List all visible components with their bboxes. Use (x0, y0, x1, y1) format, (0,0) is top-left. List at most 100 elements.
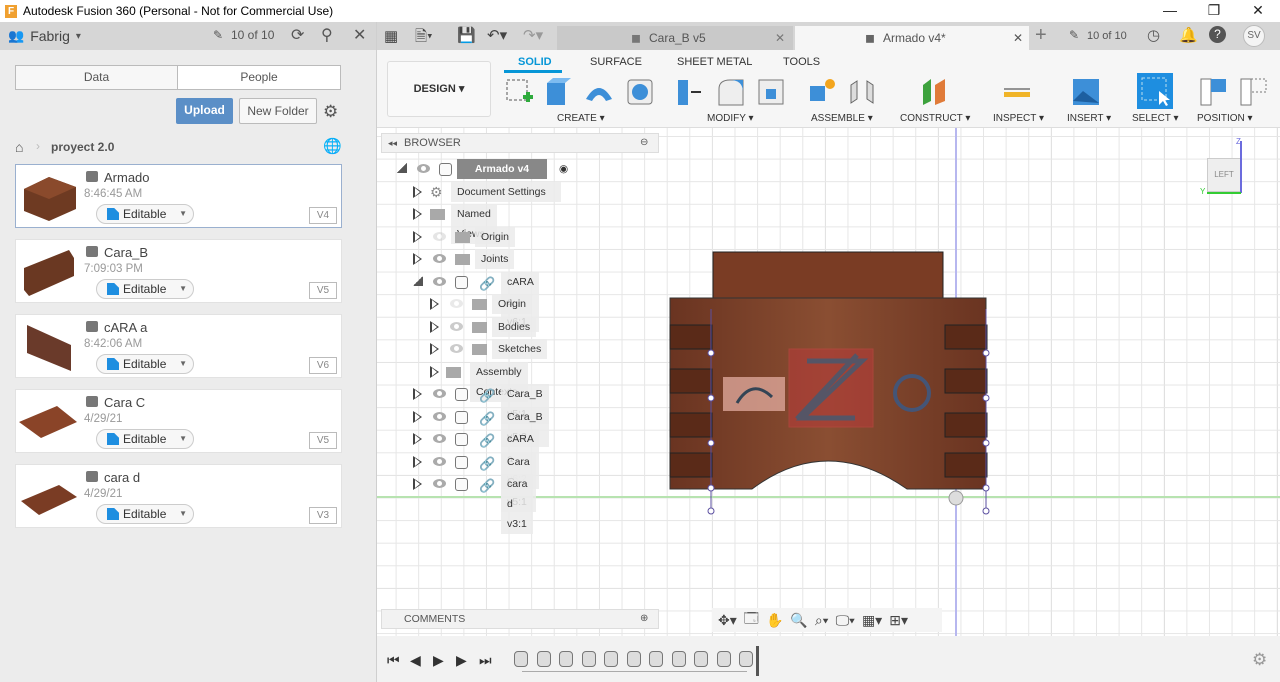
capture-position-icon[interactable] (1239, 77, 1269, 107)
tree-root[interactable]: Armado v4 ◉ (397, 159, 577, 179)
add-comment-icon[interactable]: ⊕ (640, 610, 648, 628)
jobs-count[interactable]: 10 of 10 (1087, 30, 1127, 42)
timeline-component-icon[interactable] (604, 651, 618, 667)
home-icon[interactable]: ⌂ (15, 139, 23, 155)
expand-arrow-icon[interactable] (413, 276, 423, 286)
eye-icon[interactable] (433, 389, 446, 398)
version-badge[interactable]: V3 (309, 507, 337, 524)
globe-icon[interactable]: 🌐 (323, 137, 342, 155)
eye-icon[interactable] (433, 457, 446, 466)
select-icon[interactable] (1137, 73, 1173, 109)
timeline-joint-icon[interactable] (537, 651, 551, 667)
grid-menu-icon[interactable]: ▦ (384, 27, 398, 45)
expand-arrow-icon[interactable] (413, 478, 422, 490)
timeline-marker[interactable] (756, 646, 759, 676)
eye-icon[interactable] (433, 277, 446, 286)
expand-arrow-icon[interactable] (413, 388, 422, 400)
extrude-icon[interactable] (543, 77, 573, 107)
expand-arrow-icon[interactable] (413, 411, 422, 423)
eye-icon[interactable] (433, 254, 446, 263)
comments-panel[interactable]: COMMENTS ⊕ (381, 609, 659, 629)
create-sketch-icon[interactable] (505, 77, 535, 107)
step-back-button[interactable]: ◀ (410, 652, 421, 669)
fit-icon[interactable]: ⌕▾ (815, 612, 829, 629)
revolve-icon[interactable] (584, 77, 614, 107)
timeline-joint-icon[interactable] (514, 651, 528, 667)
save-icon[interactable]: 💾 (457, 26, 476, 44)
joint-icon[interactable] (847, 77, 877, 107)
version-badge[interactable]: V5 (309, 282, 337, 299)
shell-icon[interactable] (756, 77, 786, 107)
browser-panel-header[interactable]: ◂◂ BROWSER ⊖ (381, 133, 659, 153)
zoom-icon[interactable]: 🔍 (790, 612, 807, 629)
tab-data[interactable]: Data (15, 65, 178, 90)
go-to-start-button[interactable]: ⏮ (387, 652, 400, 669)
grid-settings-icon[interactable]: ▦▾ (862, 612, 882, 629)
timeline-component-icon[interactable] (694, 651, 708, 667)
assemble-menu[interactable]: ASSEMBLE ▾ (811, 113, 873, 124)
expand-arrow-icon[interactable] (413, 186, 422, 198)
help-icon[interactable]: ? (1209, 26, 1226, 43)
timeline-joint-icon[interactable] (717, 651, 731, 667)
timeline-component-icon[interactable] (739, 651, 753, 667)
restore-button[interactable]: ❐ (1192, 0, 1236, 22)
editable-dropdown[interactable]: Editable ▼ (96, 429, 194, 449)
display-settings-icon[interactable]: 🖵▾ (836, 612, 855, 629)
expand-arrow-icon[interactable] (413, 433, 422, 445)
timeline-settings-icon[interactable]: ⚙ (1252, 650, 1267, 670)
expand-arrow-icon[interactable] (430, 366, 439, 378)
tab-solid[interactable]: SOLID (518, 56, 552, 68)
create-menu[interactable]: CREATE ▾ (557, 113, 605, 124)
close-tab-icon[interactable]: ✕ (1013, 26, 1023, 50)
expand-arrow-icon[interactable] (413, 456, 422, 468)
avatar[interactable]: SV (1243, 25, 1265, 47)
version-badge[interactable]: V4 (309, 207, 337, 224)
viewports-icon[interactable]: ⊞▾ (889, 612, 908, 629)
play-button[interactable]: ▶ (433, 652, 444, 669)
eye-icon[interactable] (417, 164, 430, 173)
editable-dropdown[interactable]: Editable ▼ (96, 354, 194, 374)
timeline-joint-icon[interactable] (672, 651, 686, 667)
position-menu[interactable]: POSITION ▾ (1197, 113, 1253, 124)
jobs-icon[interactable]: ✎ (1069, 28, 1079, 42)
refresh-icon[interactable]: ⟳ (291, 25, 304, 45)
expand-arrow-icon[interactable] (413, 231, 422, 243)
editable-dropdown[interactable]: Editable ▼ (96, 279, 194, 299)
workspace-switcher[interactable]: DESIGN ▾ (387, 61, 491, 117)
bell-icon[interactable]: 🔔 (1179, 26, 1198, 44)
orbit-icon[interactable]: ✥▾ (718, 612, 737, 629)
expand-arrow-icon[interactable] (397, 163, 407, 173)
minimize-icon[interactable]: ⊖ (640, 134, 648, 152)
editable-dropdown[interactable]: Editable ▼ (96, 504, 194, 524)
chevron-down-icon[interactable]: ▾ (76, 31, 81, 42)
jobs-count[interactable]: 10 of 10 (231, 28, 274, 42)
insert-image-icon[interactable] (1071, 77, 1101, 107)
construct-menu[interactable]: CONSTRUCT ▾ (900, 113, 970, 124)
expand-arrow-icon[interactable] (413, 253, 422, 265)
file-card[interactable]: cara d 4/29/21 Editable ▼ V3 (15, 464, 342, 528)
undo-icon[interactable]: ↶▾ (487, 26, 507, 44)
offset-plane-icon[interactable] (919, 77, 949, 107)
tab-armado[interactable]: ◼ Armado v4* ✕ (795, 26, 1029, 50)
expand-arrow-icon[interactable] (430, 321, 439, 333)
file-card[interactable]: Cara C 4/29/21 Editable ▼ V5 (15, 389, 342, 453)
clock-icon[interactable]: ◷ (1147, 26, 1160, 44)
new-tab-icon[interactable]: + (1035, 24, 1047, 47)
team-selector[interactable]: Fabrig (30, 28, 70, 44)
tab-surface[interactable]: SURFACE (590, 56, 642, 68)
eye-icon[interactable] (450, 322, 463, 331)
timeline-component-icon[interactable] (649, 651, 663, 667)
eye-icon[interactable] (433, 479, 446, 488)
new-folder-button[interactable]: New Folder (239, 98, 317, 124)
timeline-joint-icon[interactable] (582, 651, 596, 667)
redo-icon[interactable]: ↷▾ (523, 26, 543, 44)
search-icon[interactable]: ⚲ (321, 25, 333, 45)
eye-hidden-icon[interactable] (433, 232, 446, 241)
new-component-icon[interactable] (807, 77, 837, 107)
eye-icon[interactable] (433, 434, 446, 443)
3d-viewport[interactable]: LEFT Z Y ◂◂ BROWSER ⊖ Armado v4 ◉ ⚙ Docume… (377, 128, 1280, 636)
press-pull-icon[interactable] (675, 77, 705, 107)
hole-icon[interactable] (625, 77, 655, 107)
look-at-icon[interactable]: 🗔 (744, 608, 759, 632)
close-panel-icon[interactable]: ✕ (353, 25, 366, 45)
